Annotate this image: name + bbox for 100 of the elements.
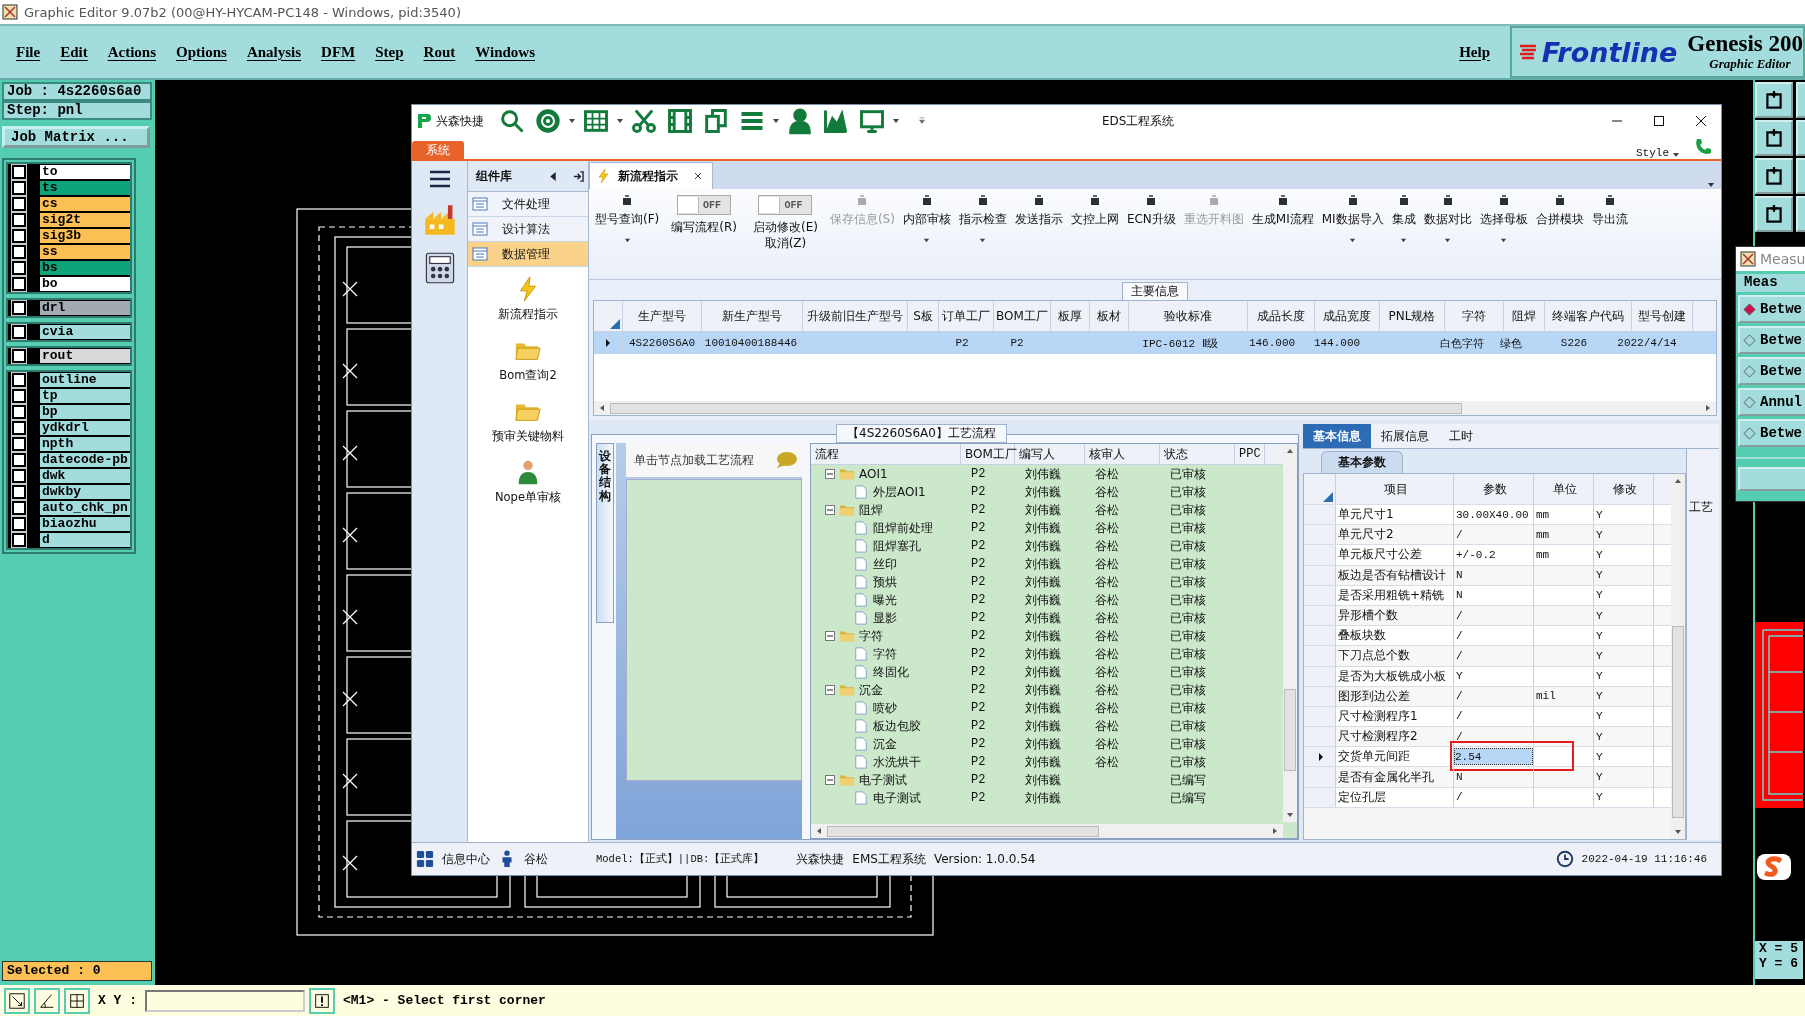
menu-item[interactable]: Options — [176, 43, 227, 61]
tree-node[interactable]: 丝印 — [873, 555, 897, 573]
module-item[interactable]: 新流程指示 — [498, 275, 558, 322]
ribbon-button[interactable]: 导出流 — [1589, 195, 1630, 227]
alert-button[interactable] — [309, 987, 335, 1014]
tab[interactable]: 拓展信息 — [1371, 424, 1439, 448]
column-header[interactable]: 参数 — [1454, 474, 1534, 504]
layer-checkbox[interactable] — [12, 181, 26, 195]
ribbon-button[interactable]: 型号查询(F) — [593, 195, 662, 244]
ribbon-button[interactable]: 文控上网 — [1068, 195, 1121, 227]
measure-option[interactable]: Betwe — [1738, 419, 1805, 447]
menu-item[interactable]: File — [16, 43, 41, 61]
layer-name[interactable]: biaozhu — [40, 517, 130, 531]
tree-node[interactable]: 水洗烘干 — [873, 753, 921, 771]
scroll-down-icon[interactable] — [1674, 828, 1682, 836]
layer-checkbox[interactable] — [12, 197, 26, 211]
menu-item[interactable]: Windows — [475, 43, 535, 61]
scrollbar-thumb[interactable] — [827, 825, 1099, 837]
sub-tab[interactable]: 基本参数 — [1321, 451, 1403, 473]
measure-option[interactable]: Betwe — [1738, 295, 1805, 323]
column-header[interactable]: 板厚 — [1051, 301, 1090, 331]
scrollbar-thumb[interactable] — [1284, 689, 1296, 771]
tree-node[interactable]: 显影 — [873, 609, 897, 627]
scrollbar-thumb[interactable] — [1672, 626, 1684, 818]
column-header[interactable]: 生产型号 — [623, 301, 702, 331]
tab[interactable]: 工时 — [1439, 424, 1483, 448]
toggle-switch[interactable]: OFF — [758, 195, 813, 215]
side-tab[interactable]: 设备结构 — [596, 443, 614, 623]
menu-item[interactable]: DFM — [321, 43, 356, 61]
tree-node[interactable]: 电子测试 — [873, 789, 921, 807]
layer-checkbox[interactable] — [12, 325, 26, 339]
document-tab[interactable]: 新流程指示 — [589, 162, 713, 189]
ribbon-button[interactable]: 生成MI流程 — [1249, 195, 1316, 227]
layer-name[interactable]: dwk — [40, 469, 130, 483]
layer-name[interactable]: ts — [40, 181, 130, 195]
menu-item[interactable]: Analysis — [246, 43, 302, 61]
column-header[interactable]: 项目 — [1336, 474, 1454, 504]
module-item[interactable]: 预审关键物料 — [492, 397, 564, 444]
tree-node[interactable]: 外层AOI1 — [873, 483, 926, 501]
layer-checkbox[interactable] — [12, 421, 26, 435]
column-header[interactable]: 修改 — [1594, 474, 1654, 504]
tree-node[interactable]: 阻焊塞孔 — [873, 537, 921, 555]
layer-name[interactable]: outline — [40, 373, 130, 387]
layer-name[interactable]: cvia — [40, 325, 130, 339]
layer-name[interactable]: datecode-pb — [40, 453, 130, 467]
menu-item[interactable]: Actions — [107, 43, 156, 61]
angle-tool-button[interactable] — [34, 987, 60, 1014]
layer-checkbox[interactable] — [12, 501, 26, 515]
ribbon-button[interactable]: MI数据导入 — [1319, 195, 1386, 244]
module-item[interactable]: Nope单审核 — [495, 458, 561, 505]
layer-checkbox[interactable] — [12, 373, 26, 387]
layer-name[interactable]: bs — [40, 261, 130, 275]
column-header[interactable]: PNL规格 — [1380, 301, 1445, 331]
category-item[interactable]: 设计算法 — [468, 217, 588, 242]
column-header[interactable]: S板 — [908, 301, 939, 331]
layer-name[interactable]: cs — [40, 197, 130, 211]
column-header[interactable]: 流程 — [811, 444, 961, 464]
layer-name[interactable]: rout — [40, 349, 130, 363]
menu-item[interactable]: Edit — [60, 43, 88, 61]
column-header[interactable]: 型号创建 — [1632, 301, 1693, 331]
column-header[interactable]: BOM工厂 — [961, 444, 1015, 464]
ribbon-button[interactable]: 指示检查 — [956, 195, 1009, 244]
column-header[interactable]: 字符 — [1445, 301, 1504, 331]
tool-button[interactable] — [1755, 120, 1793, 156]
menu-item[interactable]: Help — [1459, 43, 1490, 61]
column-header[interactable]: 板材 — [1090, 301, 1129, 331]
menu-item[interactable]: Step — [375, 43, 404, 61]
tool-button[interactable] — [1755, 196, 1793, 232]
layer-name[interactable]: sig3b — [40, 229, 130, 243]
ribbon-button[interactable]: 数据对比 — [1421, 195, 1474, 244]
tree-node[interactable]: 曝光 — [873, 591, 897, 609]
category-item[interactable]: 文件处理 — [468, 192, 588, 217]
layer-name[interactable]: bp — [40, 405, 130, 419]
column-header[interactable]: 订单工厂 — [939, 301, 994, 331]
tree-node[interactable]: AOI1 — [859, 467, 888, 481]
tree-node[interactable]: 终固化 — [873, 663, 909, 681]
layer-checkbox[interactable] — [12, 213, 26, 227]
layer-checkbox[interactable] — [12, 517, 26, 531]
ribbon-button[interactable]: 合拼模块 — [1533, 195, 1586, 227]
tree-node[interactable]: 阻焊前处理 — [873, 519, 933, 537]
row-header[interactable] — [1304, 747, 1336, 767]
tree-node[interactable]: 预烘 — [873, 573, 897, 591]
collapse-icon[interactable] — [825, 469, 835, 479]
layer-checkbox[interactable] — [12, 261, 26, 275]
phone-icon[interactable] — [1693, 137, 1713, 157]
close-icon[interactable] — [694, 172, 702, 180]
ribbon-button[interactable]: 集成 — [1389, 195, 1418, 244]
style-menu[interactable]: Style — [1636, 147, 1669, 159]
layer-name[interactable]: d — [40, 533, 130, 547]
caret-icon[interactable] — [892, 117, 900, 125]
scroll-left-icon[interactable] — [598, 404, 606, 412]
windows-grid-icon[interactable] — [416, 850, 434, 868]
layer-name[interactable]: dwkby — [40, 485, 130, 499]
layer-name[interactable]: npth — [40, 437, 130, 451]
selected-cell[interactable]: 2.54 — [1454, 748, 1533, 766]
menu-icon[interactable] — [427, 169, 452, 189]
layer-checkbox[interactable] — [12, 349, 26, 363]
column-header[interactable]: 阻焊 — [1504, 301, 1545, 331]
layer-checkbox[interactable] — [12, 469, 26, 483]
tree-node[interactable]: 电子测试 — [859, 771, 907, 789]
